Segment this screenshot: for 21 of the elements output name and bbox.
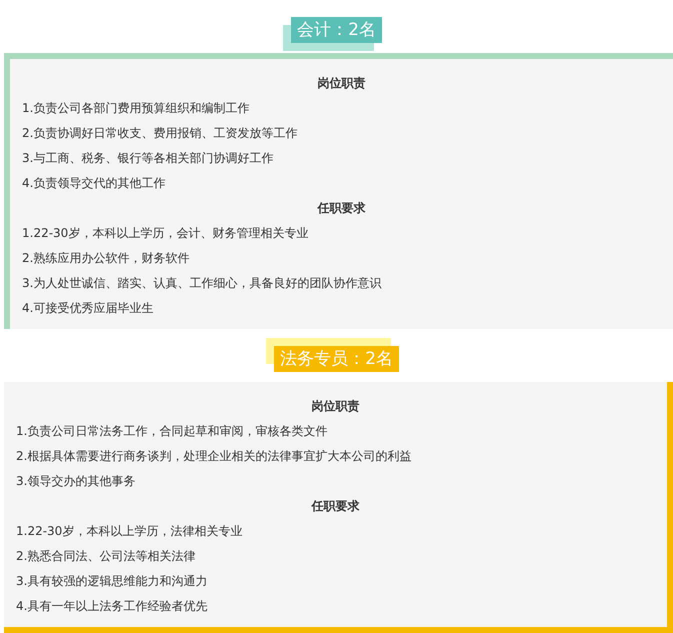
- list-item: 4.具有一年以上法务工作经验者优先: [15, 598, 208, 615]
- list-item: 1.负责公司各部门费用预算组织和编制工作: [21, 100, 250, 117]
- list-item: 1.22-30岁，本科以上学历，会计、财务管理相关专业: [21, 225, 308, 242]
- list-item: 4.负责领导交代的其他工作: [21, 175, 166, 192]
- position-title: 会计：2名: [291, 17, 382, 43]
- list-item: 1.负责公司日常法务工作，合同起草和审阅，审核各类文件: [15, 423, 328, 440]
- list-item: 2.负责协调好日常收支、费用报销、工资发放等工作: [21, 125, 298, 142]
- list-item: 3.为人处世诚信、踏实、认真、工作细心，具备良好的团队协作意识: [21, 275, 382, 292]
- list-item: 2.熟悉合同法、公司法等相关法律: [15, 548, 196, 565]
- list-item: 3.领导交办的其他事务: [15, 473, 136, 490]
- list-item: 3.具有较强的逻辑思维能力和沟通力: [15, 573, 208, 590]
- section-heading: 岗位职责: [316, 75, 366, 92]
- section-heading: 任职要求: [316, 200, 366, 217]
- position-title: 法务专员：2名: [274, 346, 399, 372]
- list-item: 3.与工商、税务、银行等各相关部门协调好工作: [21, 150, 274, 167]
- list-item: 1.22-30岁，本科以上学历，法律相关专业: [15, 523, 242, 540]
- list-item: 2.根据具体需要进行商务谈判，处理企业相关的法律事宜扩大本公司的利益: [15, 448, 412, 465]
- section-heading: 任职要求: [310, 498, 360, 515]
- list-item: 2.熟练应用办公软件，财务软件: [21, 250, 190, 267]
- section-heading: 岗位职责: [310, 398, 360, 415]
- list-item: 4.可接受优秀应届毕业生: [21, 300, 154, 317]
